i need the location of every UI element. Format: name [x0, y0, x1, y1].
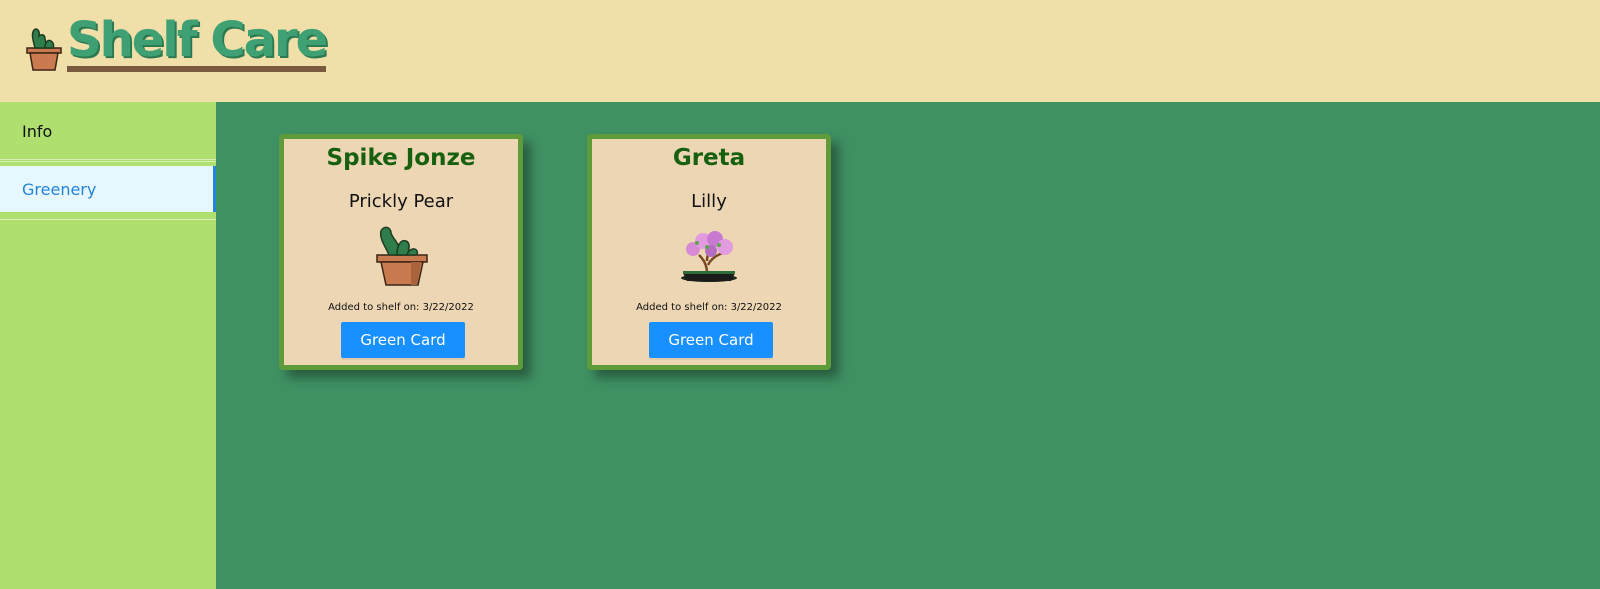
potted-cactus-icon — [26, 28, 62, 71]
added-date: Added to shelf on: 3/22/2022 — [636, 302, 782, 313]
flowering-bonsai-icon — [681, 231, 737, 282]
plant-card: Greta Lilly Added to shelf on: 3/22/2022… — [587, 134, 831, 370]
green-card-button[interactable]: Green Card — [649, 322, 773, 358]
brand-link[interactable]: Shelf Care — [23, 14, 328, 72]
green-card-button[interactable]: Green Card — [341, 322, 465, 358]
sidebar-item-info[interactable]: Info — [0, 104, 216, 160]
plant-card: Spike Jonze Prickly Pear Added to shelf … — [279, 134, 523, 370]
sidebar-item-label: Greenery — [22, 179, 97, 199]
plant-species: Lilly — [691, 191, 727, 212]
sidebar-divider — [0, 161, 216, 162]
sidebar-item-label: Info — [22, 122, 53, 141]
app-header: Shelf Care — [0, 0, 1600, 102]
sidebar: Info Greenery — [0, 102, 216, 589]
added-date: Added to shelf on: 3/22/2022 — [328, 302, 474, 313]
plant-name: Greta — [672, 145, 746, 171]
prickly-pear-cactus-icon — [376, 226, 428, 286]
sidebar-item-greenery[interactable]: Greenery — [0, 166, 216, 212]
sidebar-divider — [0, 219, 216, 220]
plant-name: Spike Jonze — [326, 145, 476, 171]
plant-species: Prickly Pear — [348, 191, 454, 212]
app-title: Shelf Care — [67, 14, 328, 72]
